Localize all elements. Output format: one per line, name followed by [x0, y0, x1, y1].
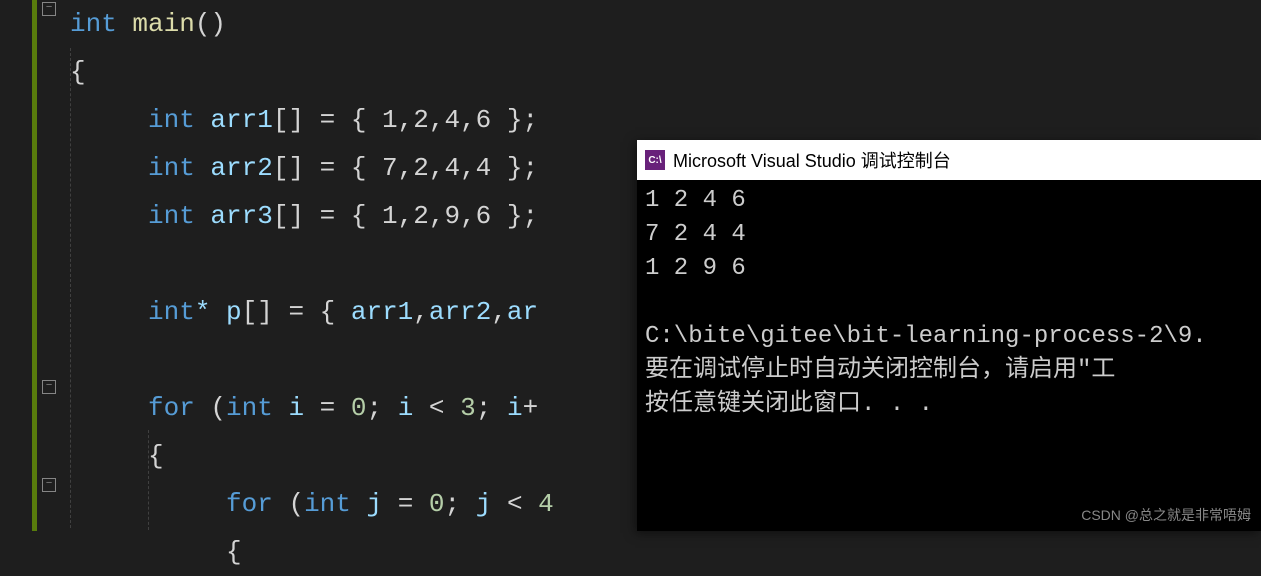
punct-token: , [413, 297, 429, 327]
op-token: = [382, 489, 429, 519]
output-hint: 按任意键关闭此窗口. . . [645, 391, 933, 418]
op-token: < [491, 489, 538, 519]
punct-token: [] = { 7,2,4,4 }; [273, 153, 538, 183]
punct-token: () [195, 9, 226, 39]
num-token: 3 [460, 393, 476, 423]
keyword-token: for [226, 489, 273, 519]
console-titlebar[interactable]: C:\ Microsoft Visual Studio 调试控制台 [637, 140, 1261, 180]
punct-token: ; [476, 393, 507, 423]
function-token: main [117, 9, 195, 39]
fold-toggle-icon[interactable] [42, 478, 56, 492]
fold-toggle-icon[interactable] [42, 380, 56, 394]
punct-token: [] = { [242, 297, 351, 327]
editor-gutter [0, 0, 60, 531]
keyword-token: int [226, 393, 273, 423]
num-token: 0 [351, 393, 367, 423]
op-token: < [413, 393, 460, 423]
punct-token: , [491, 297, 507, 327]
code-line: int arr1[] = { 1,2,4,6 }; [70, 96, 1261, 144]
var-token: j [476, 489, 492, 519]
console-output: 1 2 4 6 7 2 4 4 1 2 9 6 C:\bite\gitee\bi… [637, 180, 1261, 426]
op-token: + [523, 393, 539, 423]
var-token: i [273, 393, 304, 423]
num-token: 0 [429, 489, 445, 519]
keyword-token: int [148, 201, 195, 231]
code-line: { [70, 528, 1261, 576]
output-line: 1 2 9 6 [645, 255, 746, 282]
var-token: arr1 [195, 105, 273, 135]
var-token: arr2 [195, 153, 273, 183]
punct-token: ; [367, 393, 398, 423]
console-title: Microsoft Visual Studio 调试控制台 [673, 147, 951, 173]
var-token: i [507, 393, 523, 423]
var-token: * p [195, 297, 242, 327]
fold-toggle-icon[interactable] [42, 2, 56, 16]
op-token: = [304, 393, 351, 423]
var-token: ar [507, 297, 538, 327]
output-line: 1 2 4 6 [645, 187, 746, 214]
num-token: 4 [538, 489, 554, 519]
punct-token: [] = { 1,2,4,6 }; [273, 105, 538, 135]
debug-console-window[interactable]: C:\ Microsoft Visual Studio 调试控制台 1 2 4 … [637, 140, 1261, 531]
output-line: 7 2 4 4 [645, 221, 746, 248]
punct-token: ( [195, 393, 226, 423]
var-token: i [398, 393, 414, 423]
change-indicator [32, 0, 37, 531]
brace-token: { [148, 441, 164, 471]
punct-token: ( [273, 489, 304, 519]
keyword-token: int [304, 489, 351, 519]
code-line: { [70, 48, 1261, 96]
keyword-token: int [70, 9, 117, 39]
var-token: arr1 [351, 297, 413, 327]
punct-token: [] = { 1,2,9,6 }; [273, 201, 538, 231]
vs-console-icon: C:\ [645, 150, 665, 170]
keyword-token: int [148, 153, 195, 183]
keyword-token: for [148, 393, 195, 423]
watermark: CSDN @总之就是非常唔姆 [1081, 505, 1251, 525]
punct-token: ; [445, 489, 476, 519]
icon-text: C:\ [648, 155, 661, 166]
keyword-token: int [148, 105, 195, 135]
keyword-token: int [148, 297, 195, 327]
output-path: C:\bite\gitee\bit-learning-process-2\9. [645, 323, 1207, 350]
output-hint: 要在调试停止时自动关闭控制台，请启用"工 [645, 357, 1115, 384]
var-token: arr2 [429, 297, 491, 327]
code-line: int main() [70, 0, 1261, 48]
var-token: j [351, 489, 382, 519]
var-token: arr3 [195, 201, 273, 231]
brace-token: { [70, 57, 86, 87]
brace-token: { [226, 537, 242, 567]
